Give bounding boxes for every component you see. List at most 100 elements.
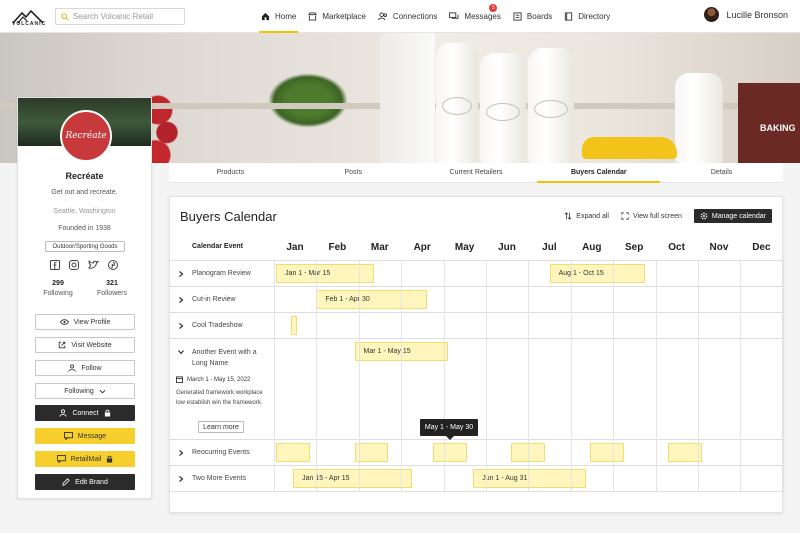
retailmail-button[interactable]: RetailMail — [35, 451, 135, 467]
facebook-icon[interactable] — [50, 260, 60, 270]
event-bar[interactable] — [589, 443, 624, 462]
people-icon — [377, 12, 387, 21]
chevron-down-icon[interactable] — [178, 349, 184, 355]
event-bar[interactable] — [433, 443, 467, 462]
tab-current-retailers[interactable]: Current Retailers — [415, 163, 538, 182]
calendar-row[interactable]: Two More Events Jan 15 - Apr 15 Jun 1 - Au… — [170, 466, 782, 492]
event-bar[interactable]: Jan 15 - Apr 15 — [293, 469, 412, 488]
following-stat[interactable]: 299 Following — [33, 280, 83, 297]
baking-box-text: BAKING — [760, 123, 796, 133]
nav-messages-label: Messages — [464, 12, 501, 21]
calendar-row[interactable]: Reocurring Events — [170, 440, 782, 466]
followers-label: Followers — [97, 290, 127, 297]
search-box[interactable] — [55, 8, 185, 25]
expand-all-button[interactable]: Expand all — [564, 212, 609, 220]
buyers-calendar-panel: Buyers Calendar Expand all View full scr… — [169, 196, 784, 513]
event-bar[interactable]: Jun 1 - Aug 31 — [473, 469, 586, 488]
month-header-jun: Jun — [498, 242, 516, 253]
month-header-oct: Oct — [668, 242, 685, 253]
nav-home[interactable]: Home — [255, 0, 302, 33]
lock-icon — [107, 455, 113, 463]
nav-directory[interactable]: Directory — [558, 0, 616, 33]
visit-website-label: Visit Website — [71, 341, 112, 349]
user-menu[interactable]: Lucille Bronson — [704, 7, 788, 22]
instagram-icon[interactable] — [69, 260, 79, 270]
chevron-right-icon[interactable] — [178, 476, 184, 482]
learn-more-button[interactable]: Learn more — [198, 421, 244, 433]
manage-calendar-button[interactable]: Manage calendar — [693, 209, 772, 223]
connect-button[interactable]: Connect — [35, 405, 135, 421]
calendar-row[interactable]: Planogram Review Jan 1 - Mar 15 Aug 1 - Oc… — [170, 261, 782, 287]
calendar-row-name[interactable]: Planogram Review — [192, 270, 251, 277]
user-name: Lucille Bronson — [726, 9, 788, 20]
calendar-title: Buyers Calendar — [180, 209, 277, 224]
event-bar[interactable]: Aug 1 - Oct 15 — [549, 264, 645, 283]
nav-marketplace[interactable]: Marketplace — [302, 0, 372, 33]
view-profile-button[interactable]: View Profile — [35, 314, 135, 330]
edit-brand-button[interactable]: Edit Brand — [35, 474, 135, 490]
event-bar[interactable] — [276, 443, 311, 462]
calendar-row-name[interactable]: Another Event with a Long Name — [192, 347, 270, 369]
avatar[interactable] — [704, 7, 720, 22]
tab-buyers-calendar[interactable]: Buyers Calendar — [537, 163, 660, 183]
connect-label: Connect — [72, 409, 99, 417]
tab-details[interactable]: Details — [660, 163, 783, 182]
retailmail-label: RetailMail — [70, 455, 102, 463]
chevron-right-icon[interactable] — [178, 297, 184, 303]
search-icon — [61, 12, 69, 21]
messages-badge: 5 — [489, 4, 498, 12]
tab-products[interactable]: Products — [169, 163, 292, 182]
calendar-row-name[interactable]: Two More Events — [192, 475, 246, 482]
view-full-screen-button[interactable]: View full screen — [621, 212, 682, 220]
plant-decoration — [268, 73, 348, 128]
milk-bottle-1 — [436, 43, 478, 163]
nav-connections[interactable]: Connections — [372, 0, 443, 33]
month-header-jan: Jan — [286, 242, 304, 253]
grid-line — [316, 261, 318, 492]
tab-posts[interactable]: Posts — [292, 163, 415, 182]
follow-button[interactable]: Follow — [35, 360, 135, 376]
chat-icon — [63, 432, 73, 440]
pinterest-icon[interactable] — [108, 260, 118, 270]
following-dropdown-label: Following — [64, 387, 94, 395]
chevron-right-icon[interactable] — [178, 271, 184, 277]
month-header-apr: Apr — [413, 242, 431, 253]
nav-boards[interactable]: Boards — [507, 0, 558, 33]
lock-icon — [104, 409, 110, 417]
twitter-icon[interactable] — [88, 260, 99, 270]
calendar-row[interactable]: Cut-in Review Feb 1 - Apr 30 — [170, 287, 782, 313]
search-input[interactable] — [73, 12, 183, 21]
month-header-dec: Dec — [752, 242, 771, 253]
chevron-right-icon[interactable] — [178, 323, 184, 329]
message-button[interactable]: Message — [35, 428, 135, 444]
store-icon — [308, 12, 318, 21]
jug — [675, 73, 723, 163]
followers-count: 321 — [106, 280, 118, 287]
visit-website-button[interactable]: Visit Website — [35, 337, 135, 353]
month-header-aug: Aug — [582, 242, 602, 253]
event-bar[interactable] — [290, 316, 298, 335]
grid-line — [528, 261, 530, 492]
grid-line — [698, 261, 699, 492]
calendar-row-name[interactable]: Cool Tradeshow — [192, 322, 243, 329]
followers-stat[interactable]: 321 Followers — [87, 280, 137, 297]
calendar-row-name[interactable]: Reocurring Events — [192, 449, 250, 456]
main-nav: Home Marketplace Connections Messages 5 … — [255, 0, 616, 33]
following-count: 299 — [52, 280, 64, 287]
grid-line — [486, 261, 487, 492]
event-bar[interactable]: Feb 1 - Apr 30 — [316, 290, 427, 309]
month-header-feb: Feb — [328, 242, 347, 253]
chevron-right-icon[interactable] — [178, 450, 184, 456]
brand-profile-card: Recréate Recréate Get out and recreate. … — [17, 97, 152, 499]
grid-line — [570, 261, 572, 492]
calendar-event-column-label: Calendar Event — [192, 243, 243, 250]
nav-boards-label: Boards — [526, 12, 553, 21]
nav-messages[interactable]: Messages 5 — [443, 0, 506, 33]
brand-location: Seattle, Washington — [53, 208, 116, 215]
nav-connections-label: Connections — [392, 12, 438, 21]
chevron-down-icon — [99, 389, 106, 393]
calendar-row[interactable]: Cool Tradeshow — [170, 313, 782, 339]
user-icon — [59, 409, 68, 417]
calendar-row-name[interactable]: Cut-in Review — [192, 296, 236, 303]
following-dropdown[interactable]: Following — [35, 383, 135, 399]
